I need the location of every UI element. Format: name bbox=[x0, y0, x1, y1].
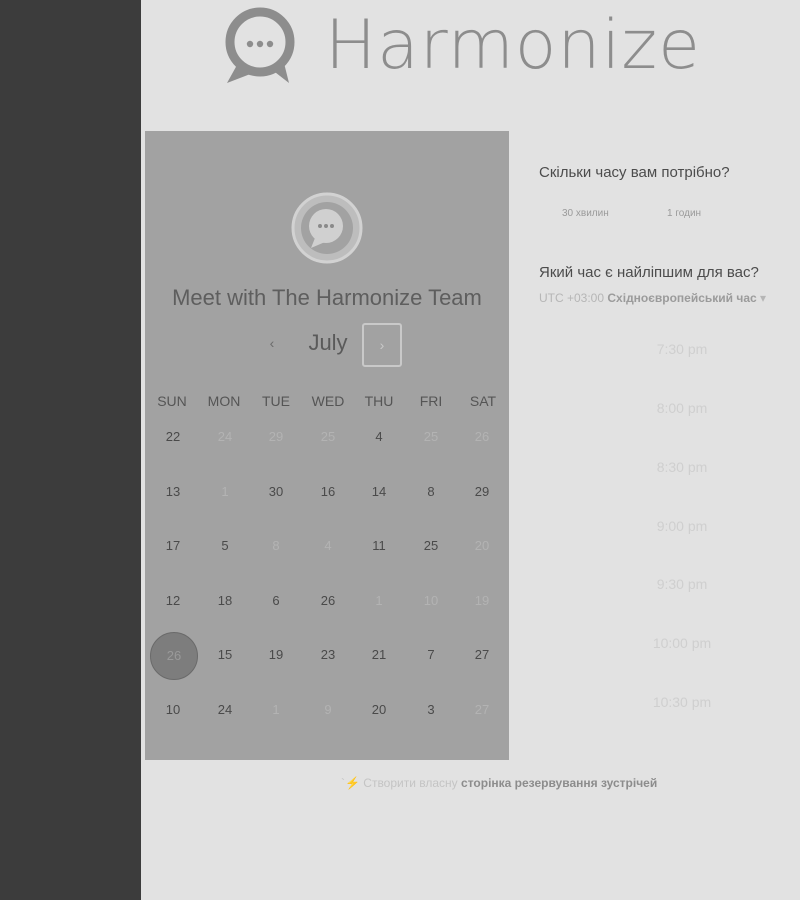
time-slot[interactable]: 9:30 pm bbox=[621, 576, 743, 592]
calendar-day[interactable]: 6 bbox=[253, 578, 299, 624]
calendar-day[interactable]: 7 bbox=[408, 632, 454, 678]
time-slot[interactable]: 9:00 pm bbox=[621, 518, 743, 534]
month-navigation: ‹ July › bbox=[145, 322, 509, 367]
calendar-day[interactable]: 30 bbox=[253, 469, 299, 515]
harmonize-logo: Harmonize bbox=[223, 4, 701, 88]
calendar-day[interactable]: 4 bbox=[356, 414, 402, 460]
calendar-day: 25 bbox=[423, 429, 439, 444]
calendar-day: 1 bbox=[272, 702, 280, 717]
calendar-day-selected[interactable]: 26 bbox=[150, 632, 198, 680]
next-month-button[interactable]: › bbox=[362, 323, 402, 367]
calendar-day[interactable]: 12 bbox=[150, 578, 196, 624]
weekday-tue: TUE bbox=[262, 393, 290, 409]
calendar-day: 24 bbox=[217, 429, 233, 444]
main-area: Harmonize Meet with The Harmonize Team ‹… bbox=[141, 0, 800, 900]
calendar-day[interactable]: 20 bbox=[356, 687, 402, 733]
weekday-wed: WED bbox=[311, 393, 345, 409]
calendar-day: 8 bbox=[272, 538, 280, 553]
calendar-day[interactable]: 24 bbox=[202, 687, 248, 733]
calendar-day: 1 bbox=[221, 484, 229, 499]
calendar-day[interactable]: 23 bbox=[305, 632, 351, 678]
time-slot[interactable]: 8:30 pm bbox=[621, 459, 743, 475]
weekday-sun: SUN bbox=[157, 393, 187, 409]
weekday-mon: MON bbox=[207, 393, 241, 409]
calendar-day[interactable]: 13 bbox=[150, 469, 196, 515]
calendar-day[interactable]: 16 bbox=[305, 469, 351, 515]
calendar-day: 25 bbox=[320, 429, 336, 444]
weekday-thu: THU bbox=[364, 393, 394, 409]
calendar-day: 26 bbox=[474, 429, 490, 444]
chat-bubble-logo-icon bbox=[225, 7, 295, 83]
month-label: July bbox=[308, 330, 348, 355]
timezone-offset: UTC +03:00 bbox=[539, 291, 605, 305]
calendar-day: 27 bbox=[474, 702, 490, 717]
footer-prefix: Створити власну bbox=[363, 776, 462, 790]
calendar-day: 4 bbox=[324, 538, 332, 553]
calendar-day[interactable]: 29 bbox=[459, 469, 505, 515]
timezone-selector[interactable]: UTC +03:00 Східноєвропейський час ▾ bbox=[539, 291, 766, 305]
calendar-day[interactable]: 8 bbox=[408, 469, 454, 515]
bolt-icon: `⚡ bbox=[341, 776, 360, 790]
calendar-day: 29 bbox=[268, 429, 284, 444]
time-slot[interactable]: 7:30 pm bbox=[621, 341, 743, 357]
calendar-day[interactable]: 21 bbox=[356, 632, 402, 678]
booking-title: Meet with The Harmonize Team bbox=[172, 285, 482, 310]
brand-name: Harmonize bbox=[325, 6, 701, 85]
calendar-day[interactable]: 3 bbox=[408, 687, 454, 733]
calendar-day[interactable]: 17 bbox=[150, 523, 196, 569]
calendar-day[interactable]: 22 bbox=[150, 414, 196, 460]
weekday-header: SUN MON TUE WED THU FRI SAT bbox=[145, 393, 509, 411]
calendar-day[interactable]: 10 bbox=[150, 687, 196, 733]
calendar-day[interactable]: 19 bbox=[253, 632, 299, 678]
calendar-day[interactable]: 15 bbox=[202, 632, 248, 678]
weekday-fri: FRI bbox=[419, 393, 443, 409]
calendar-card: Meet with The Harmonize Team ‹ July › SU… bbox=[145, 131, 509, 760]
duration-question: Скільки часу вам потрібно? bbox=[539, 164, 730, 181]
time-slot[interactable]: 10:00 pm bbox=[621, 635, 743, 651]
calendar-day: 20 bbox=[474, 538, 490, 553]
footer-link-text: сторінка резервування зустрічей bbox=[461, 776, 658, 790]
chevron-down-icon: ▾ bbox=[760, 291, 767, 305]
calendar-day[interactable]: 14 bbox=[356, 469, 402, 515]
time-question: Який час є найліпшим для вас? bbox=[539, 264, 759, 281]
calendar-day: 10 bbox=[423, 593, 439, 608]
duration-option-1hour[interactable]: 1 годин bbox=[667, 208, 701, 219]
left-dark-panel bbox=[0, 0, 141, 900]
weekday-sat: SAT bbox=[469, 393, 497, 409]
calendar-day[interactable]: 11 bbox=[356, 523, 402, 569]
calendar-day[interactable]: 26 bbox=[305, 578, 351, 624]
time-slot[interactable]: 8:00 pm bbox=[621, 400, 743, 416]
prev-month-button[interactable]: ‹ bbox=[262, 335, 282, 355]
calendar-day[interactable]: 25 bbox=[408, 523, 454, 569]
calendar-day: 1 bbox=[375, 593, 383, 608]
team-avatar-icon bbox=[291, 192, 363, 264]
calendar-day[interactable]: 18 bbox=[202, 578, 248, 624]
calendar-day[interactable]: 5 bbox=[202, 523, 248, 569]
create-booking-page-link[interactable]: `⚡ Створити власну сторінка резервування… bbox=[341, 776, 657, 790]
time-slot[interactable]: 10:30 pm bbox=[621, 694, 743, 710]
calendar-day[interactable]: 27 bbox=[459, 632, 505, 678]
timezone-name: Східноєвропейський час bbox=[607, 291, 757, 305]
duration-option-30min[interactable]: 30 хвилин bbox=[562, 208, 609, 219]
calendar-day: 9 bbox=[324, 702, 332, 717]
calendar-day: 19 bbox=[474, 593, 490, 608]
